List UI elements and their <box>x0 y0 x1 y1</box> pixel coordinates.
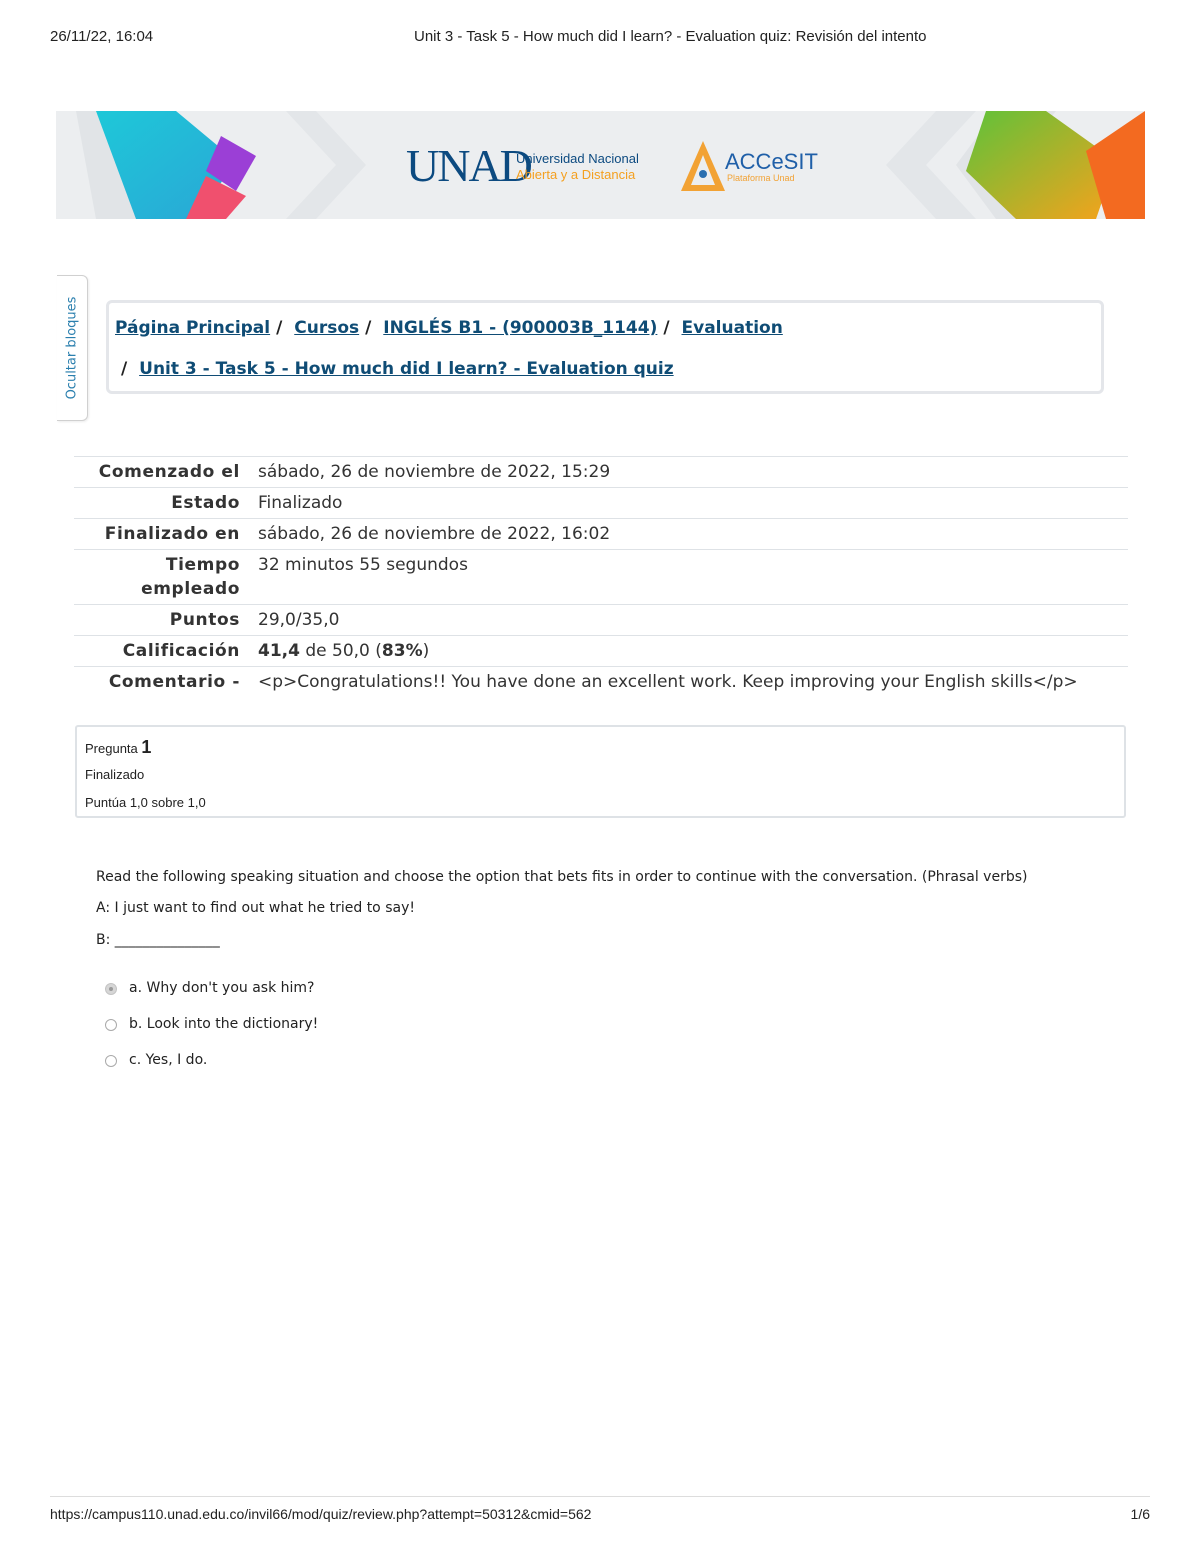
summary-value: 29,0/35,0 <box>258 604 1128 636</box>
hide-blocks-tab[interactable]: Ocultar bloques <box>57 275 88 421</box>
summary-row-comment: Comentario - <p>Congratulations!! You ha… <box>74 666 1128 697</box>
question-dialogue-a: A: I just want to find out what he tried… <box>96 900 415 916</box>
question-info-box: Pregunta 1 Finalizado Puntúa 1,0 sobre 1… <box>75 725 1126 818</box>
summary-row-grade: Calificación 41,4 de 50,0 (83%) <box>74 635 1128 667</box>
summary-row-state: Estado Finalizado <box>74 487 1128 519</box>
print-footer: https://campus110.unad.edu.co/invil66/mo… <box>50 1506 1150 1526</box>
breadcrumb-quiz-link[interactable]: Unit 3 - Task 5 - How much did I learn? … <box>139 359 674 379</box>
summary-value: sábado, 26 de noviembre de 2022, 16:02 <box>258 518 1128 550</box>
grade-percent: 83% <box>381 641 423 661</box>
print-title: Unit 3 - Task 5 - How much did I learn? … <box>414 28 927 45</box>
attempt-summary-table: Comenzado el sábado, 26 de noviembre de … <box>74 456 1128 697</box>
summary-label: Puntos <box>74 604 258 636</box>
answer-option-label: c. Yes, I do. <box>129 1052 208 1068</box>
hide-blocks-label: Ocultar bloques <box>64 296 80 400</box>
breadcrumb-separator: / <box>365 318 372 338</box>
breadcrumb-separator: / <box>121 359 128 379</box>
unad-logo: UNAD <box>406 139 533 192</box>
radio-button-selected[interactable] <box>105 983 117 995</box>
breadcrumb: Página Principal / Cursos / INGLÉS B1 - (9… <box>106 300 1104 394</box>
question-dialogue-b: B: _______________ <box>96 932 220 948</box>
grade-score: 41,4 <box>258 641 300 661</box>
accesit-sub: Plataforma Unad <box>727 173 795 183</box>
summary-label: Estado <box>74 487 258 519</box>
summary-row-completed: Finalizado en sábado, 26 de noviembre de… <box>74 518 1128 550</box>
question-label: Pregunta <box>85 741 138 756</box>
print-page-number: 1/6 <box>1130 1506 1150 1522</box>
grade-close: ) <box>422 641 430 661</box>
breadcrumb-section-link[interactable]: Evaluation <box>682 318 783 338</box>
answer-option-label: a. Why don't you ask him? <box>129 980 315 996</box>
summary-row-time-taken: Tiempo empleado 32 minutos 55 segundos <box>74 549 1128 605</box>
summary-value: sábado, 26 de noviembre de 2022, 15:29 <box>258 456 1128 488</box>
unad-name-line2: Abierta y a Distancia <box>516 167 636 182</box>
summary-value: Finalizado <box>258 487 1128 519</box>
print-date: 26/11/22, 16:04 <box>50 28 154 45</box>
grade-out-of: de 50,0 ( <box>299 641 382 661</box>
radio-button[interactable] <box>105 1019 117 1031</box>
accesit-logo-text: ACCeSIT <box>725 149 818 174</box>
unad-name: Universidad Nacional Abierta y a Distanc… <box>516 151 639 183</box>
unad-name-line1: Universidad Nacional <box>516 151 639 166</box>
question-state: Finalizado <box>85 767 145 782</box>
answer-option-label: b. Look into the dictionary! <box>129 1016 319 1032</box>
summary-value: <p>Congratulations!! You have done an ex… <box>258 666 1128 697</box>
question-grade: Puntúa 1,0 sobre 1,0 <box>85 795 206 810</box>
question-text: Read the following speaking situation an… <box>96 869 1028 885</box>
summary-label: Calificación <box>74 635 258 667</box>
summary-label: Comentario - <box>74 666 258 697</box>
breadcrumb-course-link[interactable]: INGLÉS B1 - (900003B_1144) <box>383 318 657 338</box>
summary-value: 32 minutos 55 segundos <box>258 549 1128 605</box>
summary-label: Finalizado en <box>74 518 258 550</box>
unad-logo-text: UNAD <box>406 140 533 191</box>
print-url: https://campus110.unad.edu.co/invil66/mo… <box>50 1506 592 1522</box>
summary-label: Tiempo empleado <box>74 549 258 605</box>
radio-button[interactable] <box>105 1055 117 1067</box>
question-number-value: 1 <box>141 737 152 757</box>
breadcrumb-courses-link[interactable]: Cursos <box>294 318 359 338</box>
breadcrumb-separator: / <box>276 318 283 338</box>
site-banner: UNAD Universidad Nacional Abierta y a Di… <box>56 111 1145 219</box>
summary-label: Comenzado el <box>74 456 258 488</box>
summary-value: 41,4 de 50,0 (83%) <box>258 635 1128 667</box>
breadcrumb-home-link[interactable]: Página Principal <box>115 318 270 338</box>
print-header: 26/11/22, 16:04 Unit 3 - Task 5 - How mu… <box>50 28 1150 50</box>
summary-row-marks: Puntos 29,0/35,0 <box>74 604 1128 636</box>
question-number: Pregunta 1 <box>85 737 151 758</box>
summary-row-started: Comenzado el sábado, 26 de noviembre de … <box>74 456 1128 488</box>
breadcrumb-separator: / <box>663 318 670 338</box>
footer-divider <box>50 1496 1150 1497</box>
accesit-triangle-icon <box>681 141 725 191</box>
